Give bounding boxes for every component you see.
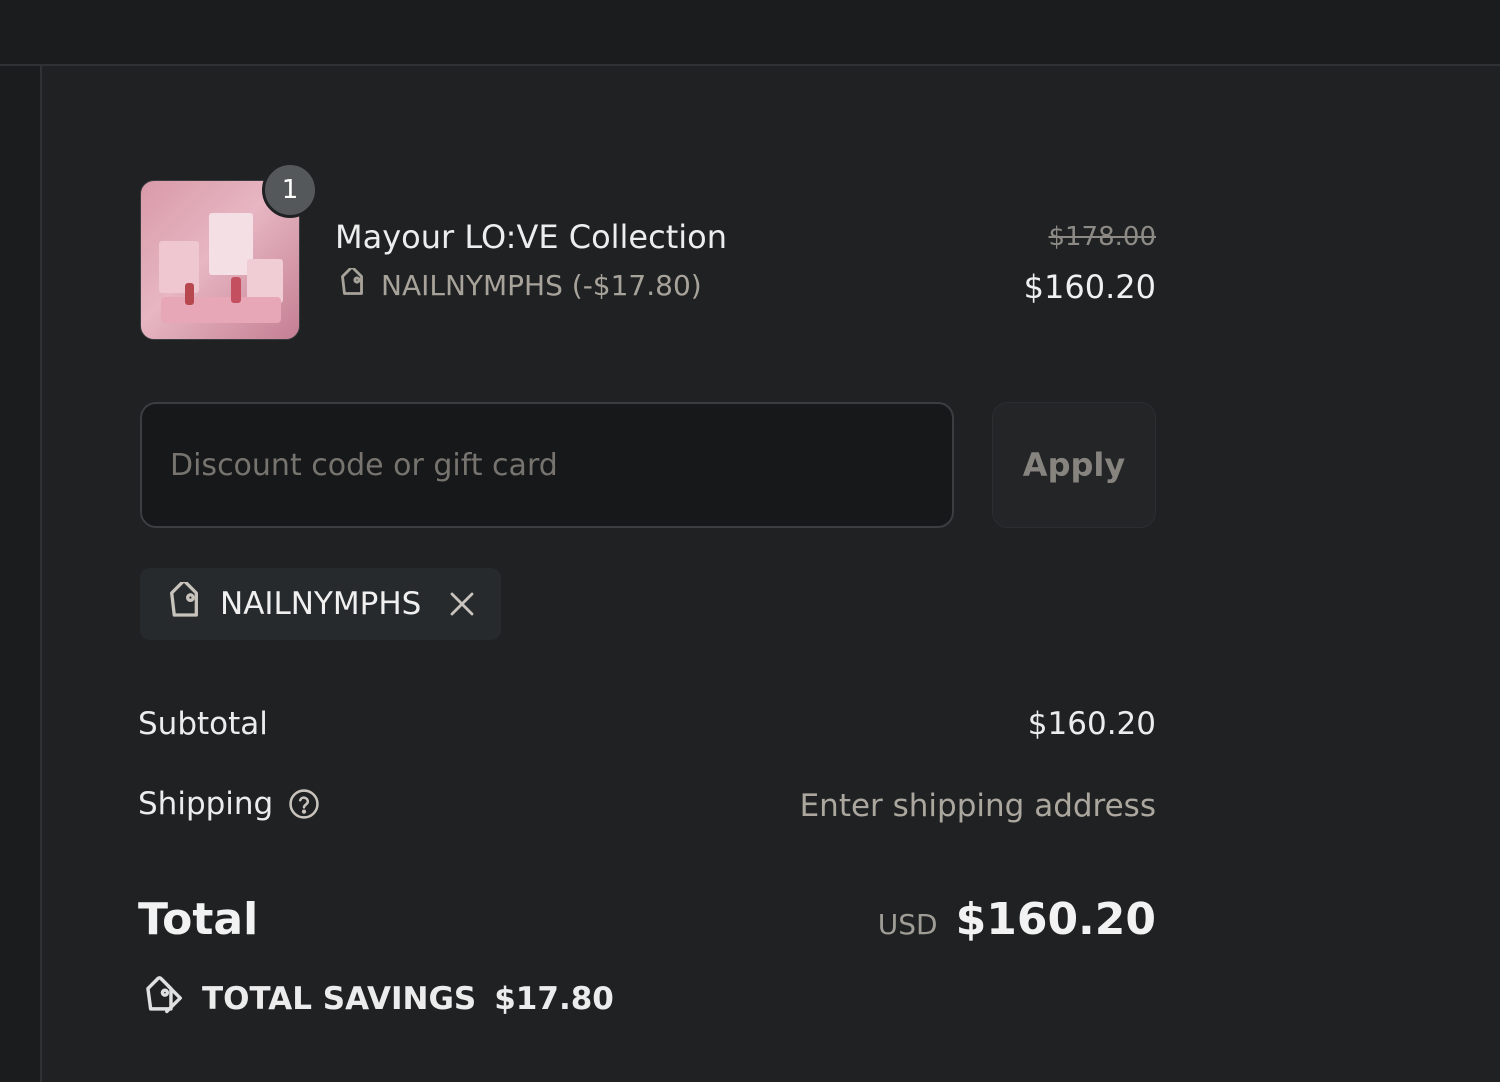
product-thumbnail: 1 [140, 162, 318, 340]
line-item-price: $160.20 [1023, 268, 1156, 306]
tags-icon [146, 976, 182, 1014]
remove-discount-button[interactable] [447, 589, 477, 619]
total-savings-label: TOTAL SAVINGS [202, 981, 477, 1017]
product-discount-note: NAILNYMPHS (-$17.80) [335, 268, 702, 302]
subtotal-value: $160.20 [1027, 706, 1156, 742]
shipping-label: Shipping [138, 786, 274, 822]
subtotal-label: Subtotal [138, 706, 268, 742]
original-price: $178.00 [1048, 222, 1156, 252]
shipping-value: Enter shipping address [799, 788, 1156, 824]
total-amount: $160.20 [955, 894, 1156, 945]
panel-divider [40, 66, 42, 1082]
shipping-row-label: Shipping [138, 786, 321, 822]
total-savings-amount: $17.80 [494, 981, 614, 1017]
question-circle-icon[interactable] [287, 787, 321, 821]
total-currency: USD [877, 908, 938, 941]
total-value: USD $160.20 [878, 894, 1156, 945]
top-bar [0, 0, 1500, 66]
total-label: Total [138, 894, 259, 945]
applied-discount-chip: NAILNYMPHS [140, 568, 502, 640]
product-image-base [161, 297, 281, 323]
total-savings: TOTAL SAVINGS $17.80 [140, 976, 614, 1022]
product-name: Mayour LO:VE Collection [335, 218, 727, 256]
left-panel-edge [0, 66, 40, 1082]
product-image-bottle [231, 277, 241, 303]
quantity-badge: 1 [262, 162, 318, 218]
apply-button[interactable]: Apply [992, 402, 1156, 528]
close-icon [451, 592, 474, 616]
tag-icon [341, 268, 363, 295]
applied-discount-code: NAILNYMPHS [220, 586, 422, 622]
discount-code-input[interactable] [140, 402, 954, 528]
tag-icon [170, 582, 198, 617]
product-image-bottle [185, 283, 194, 305]
product-discount-label: NAILNYMPHS (-$17.80) [381, 268, 702, 302]
